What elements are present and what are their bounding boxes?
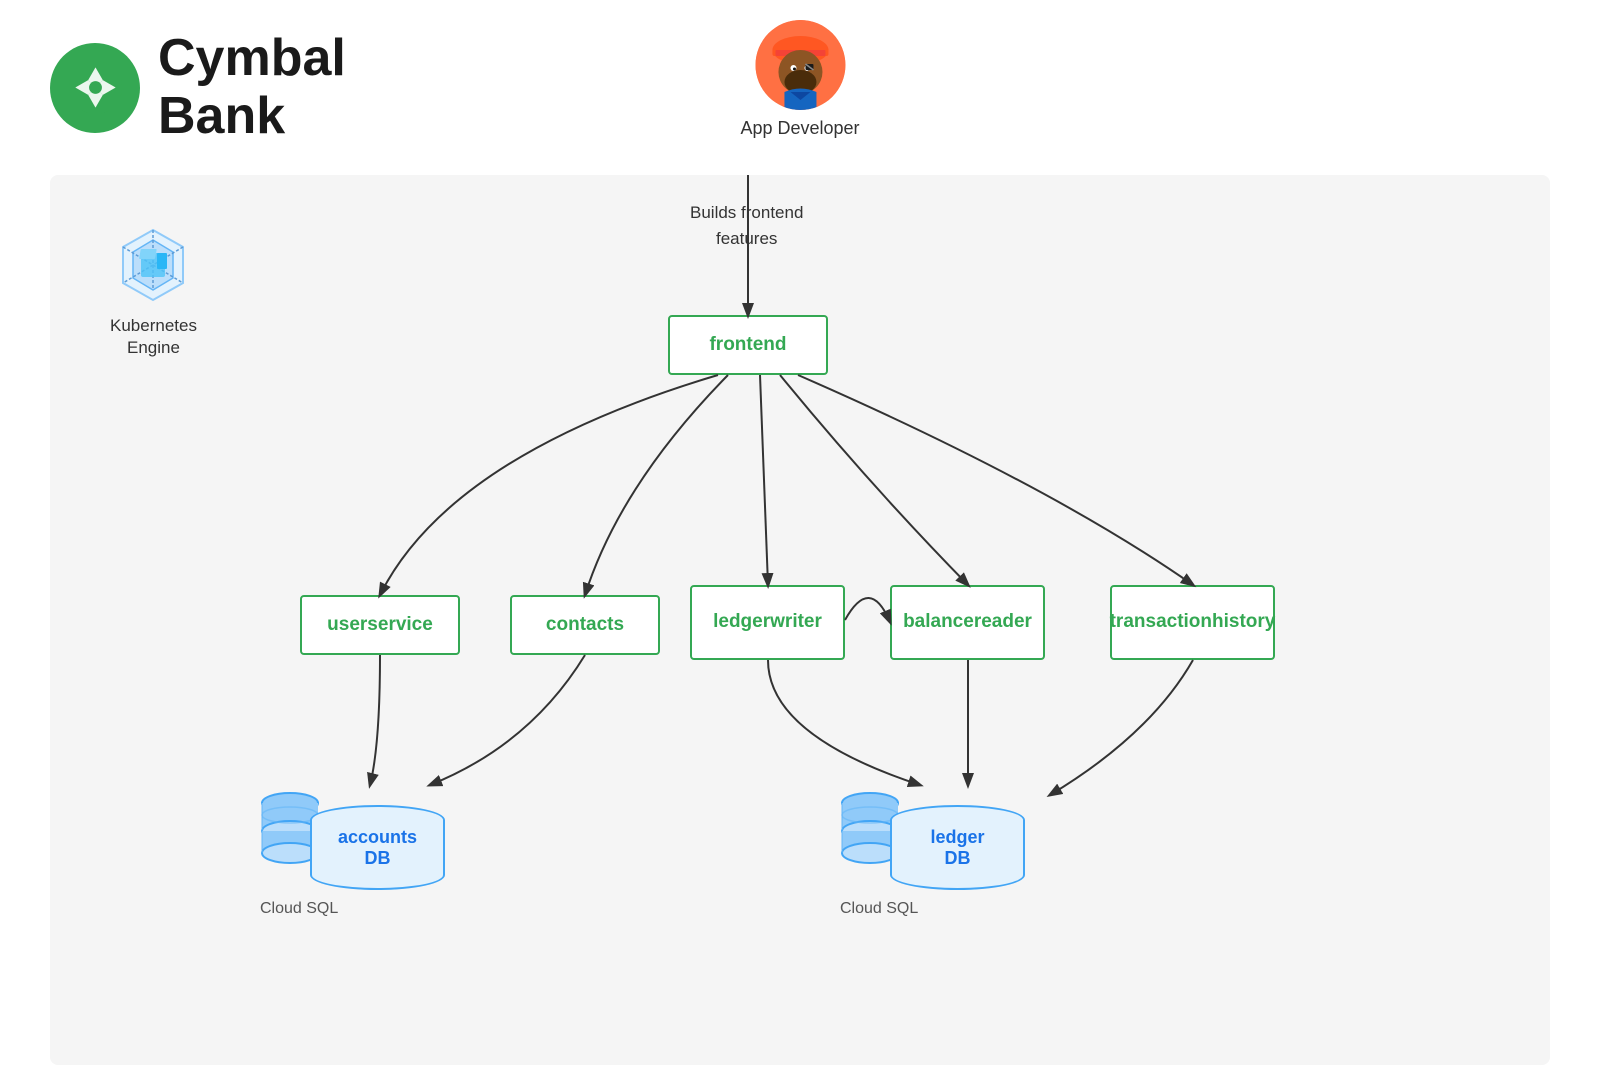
transaction-history-service: transaction history bbox=[1110, 585, 1275, 660]
avatar bbox=[755, 20, 845, 110]
ledger-writer-service: ledger writer bbox=[690, 585, 845, 660]
contacts-service: contacts bbox=[510, 595, 660, 655]
frontend-service: frontend bbox=[668, 315, 828, 375]
cymbal-logo: Cymbal Bank bbox=[50, 30, 346, 144]
builds-label: Builds frontend features bbox=[690, 200, 803, 251]
kubernetes-label: Kubernetes Engine bbox=[110, 315, 197, 359]
cymbal-bank-text: Cymbal Bank bbox=[158, 30, 346, 144]
balance-reader-service: balance reader bbox=[890, 585, 1045, 660]
cymbal-icon bbox=[50, 43, 140, 133]
kubernetes-block: Kubernetes Engine bbox=[110, 225, 197, 359]
diagram-area: Kubernetes Engine Builds frontend featur… bbox=[50, 175, 1550, 1065]
developer-figure: App Developer bbox=[740, 20, 859, 139]
developer-label: App Developer bbox=[740, 118, 859, 139]
userservice-service: userservice bbox=[300, 595, 460, 655]
